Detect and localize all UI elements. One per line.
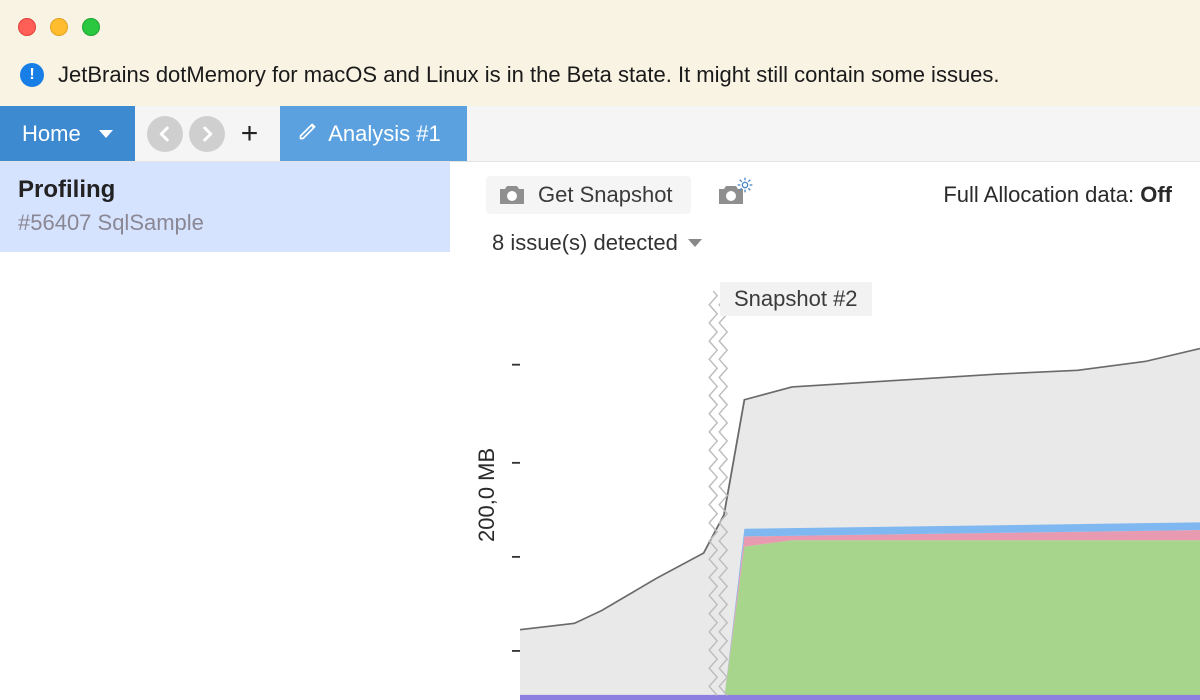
close-window-button[interactable] (18, 18, 36, 36)
snapshot-settings-button[interactable] (717, 183, 745, 207)
get-snapshot-label: Get Snapshot (538, 182, 673, 208)
info-icon: ! (20, 63, 44, 87)
chevron-down-icon (688, 239, 702, 247)
main-panel: Get Snapshot Full Allocation data: Off 8… (450, 162, 1200, 700)
analysis-tab-label: Analysis #1 (328, 121, 441, 147)
camera-icon (498, 183, 526, 207)
tab-strip: Home + Analysis #1 (0, 106, 1200, 162)
memory-chart[interactable]: Snapshot #2 200,0 MB (480, 282, 1200, 700)
chevron-down-icon (99, 130, 113, 138)
nav-group: + (135, 106, 281, 161)
beta-banner-text: JetBrains dotMemory for macOS and Linux … (58, 62, 1000, 88)
issues-dropdown[interactable]: 8 issue(s) detected (480, 220, 1200, 262)
nav-back-button[interactable] (147, 116, 183, 152)
home-tab[interactable]: Home (0, 106, 135, 161)
allocation-prefix: Full Allocation data: (943, 182, 1140, 207)
profiling-toolbar: Get Snapshot Full Allocation data: Off (480, 162, 1200, 220)
window-titlebar (0, 0, 1200, 54)
chart-y-label: 200,0 MB (474, 448, 500, 542)
profiling-subtitle: #56407 SqlSample (18, 210, 432, 236)
tab-analysis-1[interactable]: Analysis #1 (280, 106, 467, 161)
get-snapshot-button[interactable]: Get Snapshot (486, 176, 691, 214)
content-area: Profiling #56407 SqlSample Get Snapshot (0, 162, 1200, 700)
gear-icon (737, 177, 753, 198)
zoom-window-button[interactable] (82, 18, 100, 36)
issues-label: 8 issue(s) detected (492, 230, 678, 256)
new-tab-button[interactable]: + (231, 117, 269, 151)
home-tab-label: Home (22, 121, 81, 147)
beta-banner: ! JetBrains dotMemory for macOS and Linu… (0, 54, 1200, 106)
profiling-title: Profiling (18, 176, 432, 204)
sidebar: Profiling #56407 SqlSample (0, 162, 450, 700)
snapshot-marker-label: Snapshot #2 (720, 282, 872, 316)
minimize-window-button[interactable] (50, 18, 68, 36)
allocation-value: Off (1140, 182, 1172, 207)
nav-forward-button[interactable] (189, 116, 225, 152)
profiling-card[interactable]: Profiling #56407 SqlSample (0, 162, 450, 252)
pencil-icon (298, 121, 318, 147)
allocation-status[interactable]: Full Allocation data: Off (943, 182, 1186, 208)
memory-chart-svg (480, 282, 1200, 700)
